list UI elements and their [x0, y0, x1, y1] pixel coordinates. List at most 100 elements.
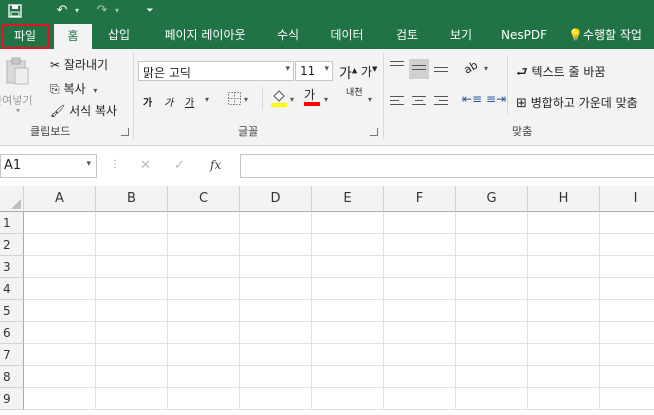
column-header-b[interactable]: B	[96, 186, 168, 212]
cut-button[interactable]: ✂ 잘라내기	[50, 56, 108, 73]
increase-indent-icon[interactable]: ≡⇥	[486, 92, 506, 106]
cell-g3[interactable]	[456, 256, 528, 278]
cell-a6[interactable]	[24, 322, 96, 344]
row-header-3[interactable]: 3	[0, 256, 24, 278]
cell-h4[interactable]	[528, 278, 600, 300]
decrease-font-size-icon[interactable]: 가▼	[361, 63, 377, 80]
cell-g2[interactable]	[456, 234, 528, 256]
fill-color-dropdown-icon[interactable]: ▾	[290, 95, 294, 104]
cell-c5[interactable]	[168, 300, 240, 322]
fill-color-button[interactable]	[271, 89, 287, 110]
orientation-icon[interactable]: ab	[462, 58, 480, 76]
cell-a9[interactable]	[24, 388, 96, 410]
phonetic-dropdown-icon[interactable]: ▾	[368, 95, 372, 104]
insert-function-icon[interactable]: fx	[210, 158, 221, 172]
column-header-i[interactable]: I	[600, 186, 654, 212]
font-color-dropdown-icon[interactable]: ▾	[324, 95, 328, 104]
cell-g6[interactable]	[456, 322, 528, 344]
copy-dropdown-icon[interactable]: ▾	[93, 86, 97, 95]
align-right-icon[interactable]	[434, 96, 448, 108]
border-button[interactable]	[228, 92, 241, 108]
cell-b4[interactable]	[96, 278, 168, 300]
cell-e1[interactable]	[312, 212, 384, 234]
enter-icon[interactable]: ✓	[174, 158, 185, 173]
cell-b5[interactable]	[96, 300, 168, 322]
cell-a7[interactable]	[24, 344, 96, 366]
column-header-f[interactable]: F	[384, 186, 456, 212]
font-name-combo[interactable]: 맑은 고딕 ▾	[138, 61, 294, 81]
cell-i1[interactable]	[600, 212, 654, 234]
cell-e4[interactable]	[312, 278, 384, 300]
row-header-8[interactable]: 8	[0, 366, 24, 388]
cell-h8[interactable]	[528, 366, 600, 388]
row-header-9[interactable]: 9	[0, 388, 24, 410]
tab-review[interactable]: 검토	[386, 22, 428, 49]
cell-e6[interactable]	[312, 322, 384, 344]
cell-d1[interactable]	[240, 212, 312, 234]
cell-d7[interactable]	[240, 344, 312, 366]
cell-h7[interactable]	[528, 344, 600, 366]
font-color-button[interactable]: 가	[304, 89, 320, 106]
undo-dropdown-icon[interactable]: ▾	[72, 0, 82, 22]
decrease-indent-icon[interactable]: ⇤≡	[462, 92, 482, 106]
cell-b9[interactable]	[96, 388, 168, 410]
cell-d8[interactable]	[240, 366, 312, 388]
align-left-icon[interactable]	[390, 96, 404, 108]
row-header-1[interactable]: 1	[0, 212, 24, 234]
column-header-h[interactable]: H	[528, 186, 600, 212]
row-header-4[interactable]: 4	[0, 278, 24, 300]
tab-file[interactable]: 파일	[1, 24, 49, 49]
format-painter-button[interactable]: 🖌 서식 복사	[50, 102, 117, 119]
cell-c3[interactable]	[168, 256, 240, 278]
tab-formulas[interactable]: 수식	[268, 22, 308, 49]
tab-nespdf[interactable]: NesPDF	[496, 22, 552, 49]
redo-dropdown-icon[interactable]: ▾	[112, 0, 122, 22]
cell-h3[interactable]	[528, 256, 600, 278]
cell-i3[interactable]	[600, 256, 654, 278]
tab-page-layout[interactable]: 페이지 레이아웃	[152, 22, 258, 49]
name-box[interactable]: A1 ▾	[0, 154, 97, 178]
tell-me-box[interactable]: 💡수행할 작업	[568, 22, 654, 49]
cell-b8[interactable]	[96, 366, 168, 388]
cell-h1[interactable]	[528, 212, 600, 234]
align-top-icon[interactable]	[390, 61, 404, 73]
underline-dropdown-icon[interactable]: ▾	[205, 95, 209, 104]
font-launcher-icon[interactable]	[370, 128, 378, 136]
cell-i2[interactable]	[600, 234, 654, 256]
cell-f6[interactable]	[384, 322, 456, 344]
align-bottom-icon[interactable]	[434, 67, 448, 75]
align-center-icon[interactable]	[412, 96, 426, 108]
cell-h5[interactable]	[528, 300, 600, 322]
cell-h6[interactable]	[528, 322, 600, 344]
cell-e3[interactable]	[312, 256, 384, 278]
cell-g8[interactable]	[456, 366, 528, 388]
formula-input[interactable]	[240, 154, 654, 178]
increase-font-size-icon[interactable]: 가▲	[339, 63, 357, 83]
align-middle-icon[interactable]	[409, 59, 429, 79]
column-header-e[interactable]: E	[312, 186, 384, 212]
cell-e8[interactable]	[312, 366, 384, 388]
cell-f5[interactable]	[384, 300, 456, 322]
cell-b7[interactable]	[96, 344, 168, 366]
tab-data[interactable]: 데이터	[320, 22, 374, 49]
cell-b3[interactable]	[96, 256, 168, 278]
cell-c7[interactable]	[168, 344, 240, 366]
copy-button[interactable]: ⎘ 복사 ▾	[50, 80, 97, 97]
redo-icon[interactable]: ↷	[92, 0, 112, 22]
cell-g5[interactable]	[456, 300, 528, 322]
cell-a2[interactable]	[24, 234, 96, 256]
column-header-c[interactable]: C	[168, 186, 240, 212]
cell-f2[interactable]	[384, 234, 456, 256]
cell-a1[interactable]	[24, 212, 96, 234]
cell-d5[interactable]	[240, 300, 312, 322]
cell-g9[interactable]	[456, 388, 528, 410]
cell-b2[interactable]	[96, 234, 168, 256]
column-header-g[interactable]: G	[456, 186, 528, 212]
cell-c8[interactable]	[168, 366, 240, 388]
row-header-6[interactable]: 6	[0, 322, 24, 344]
cell-c2[interactable]	[168, 234, 240, 256]
cell-i7[interactable]	[600, 344, 654, 366]
cell-f9[interactable]	[384, 388, 456, 410]
select-all-corner[interactable]	[0, 186, 24, 212]
row-header-5[interactable]: 5	[0, 300, 24, 322]
